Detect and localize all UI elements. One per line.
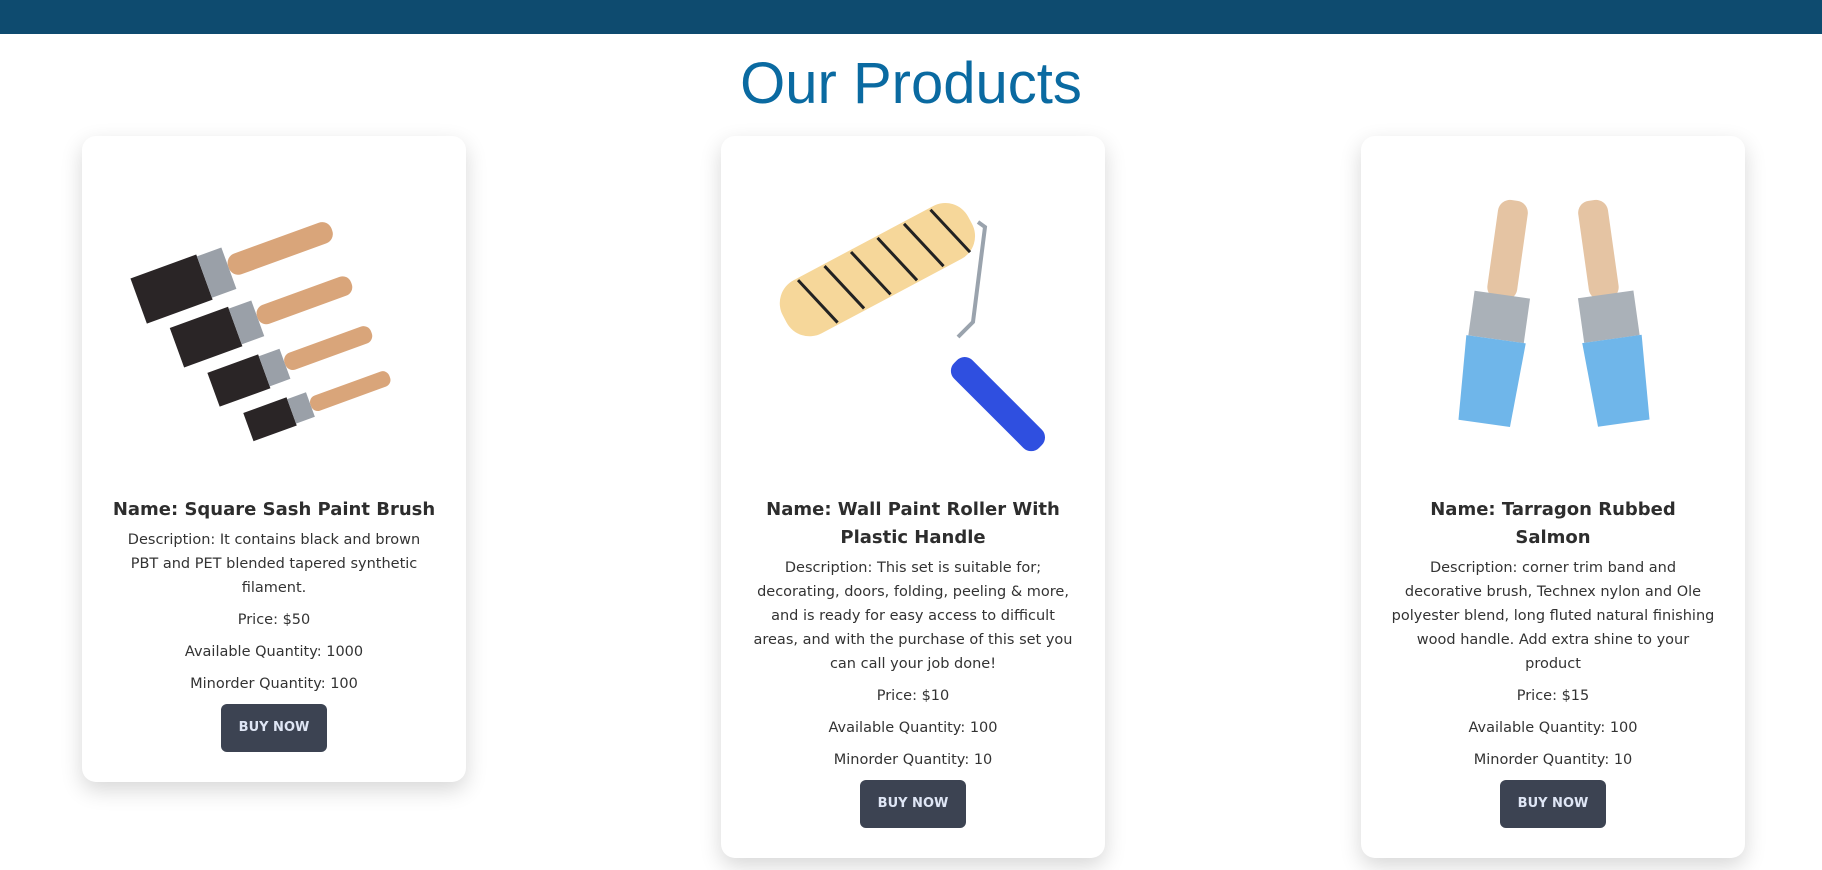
product-available-quantity: Available Quantity: 100	[828, 720, 998, 736]
product-image-blue-brushes	[1458, 199, 1650, 428]
buy-now-button[interactable]: BUY NOW	[220, 704, 328, 752]
product-available-quantity: Available Quantity: 100	[1468, 720, 1638, 736]
product-image-paint-roller	[779, 203, 1046, 452]
product-description: Description: corner trim band and decora…	[1391, 560, 1715, 672]
product-description: Description: It contains black and brown…	[127, 532, 421, 596]
product-card: Name: Wall Paint Roller With Plastic Han…	[721, 136, 1105, 858]
product-card: Name: Square Sash Paint Brush Descriptio…	[82, 136, 466, 782]
product-minorder-quantity: Minorder Quantity: 10	[833, 752, 993, 768]
product-price: Price: $15	[1516, 688, 1590, 704]
product-image-paint-brushes	[130, 222, 391, 442]
buy-now-button[interactable]: BUY NOW	[859, 780, 967, 828]
product-minorder-quantity: Minorder Quantity: 10	[1473, 752, 1633, 768]
product-price: Price: $50	[237, 612, 311, 628]
top-navbar	[0, 0, 1822, 34]
product-minorder-quantity: Minorder Quantity: 100	[190, 676, 358, 692]
page-title: Our Products	[740, 51, 1082, 116]
product-description: Description: This set is suitable for; d…	[753, 560, 1073, 672]
product-card: Name: Tarragon Rubbed Salmon Description…	[1361, 136, 1745, 858]
product-price: Price: $10	[876, 688, 950, 704]
product-name: Name: Wall Paint Roller With Plastic Han…	[766, 499, 1060, 548]
product-name: Name: Tarragon Rubbed Salmon	[1430, 499, 1676, 548]
product-name: Name: Square Sash Paint Brush	[112, 499, 436, 520]
buy-now-button[interactable]: BUY NOW	[1499, 780, 1607, 828]
product-available-quantity: Available Quantity: 1000	[184, 644, 364, 660]
